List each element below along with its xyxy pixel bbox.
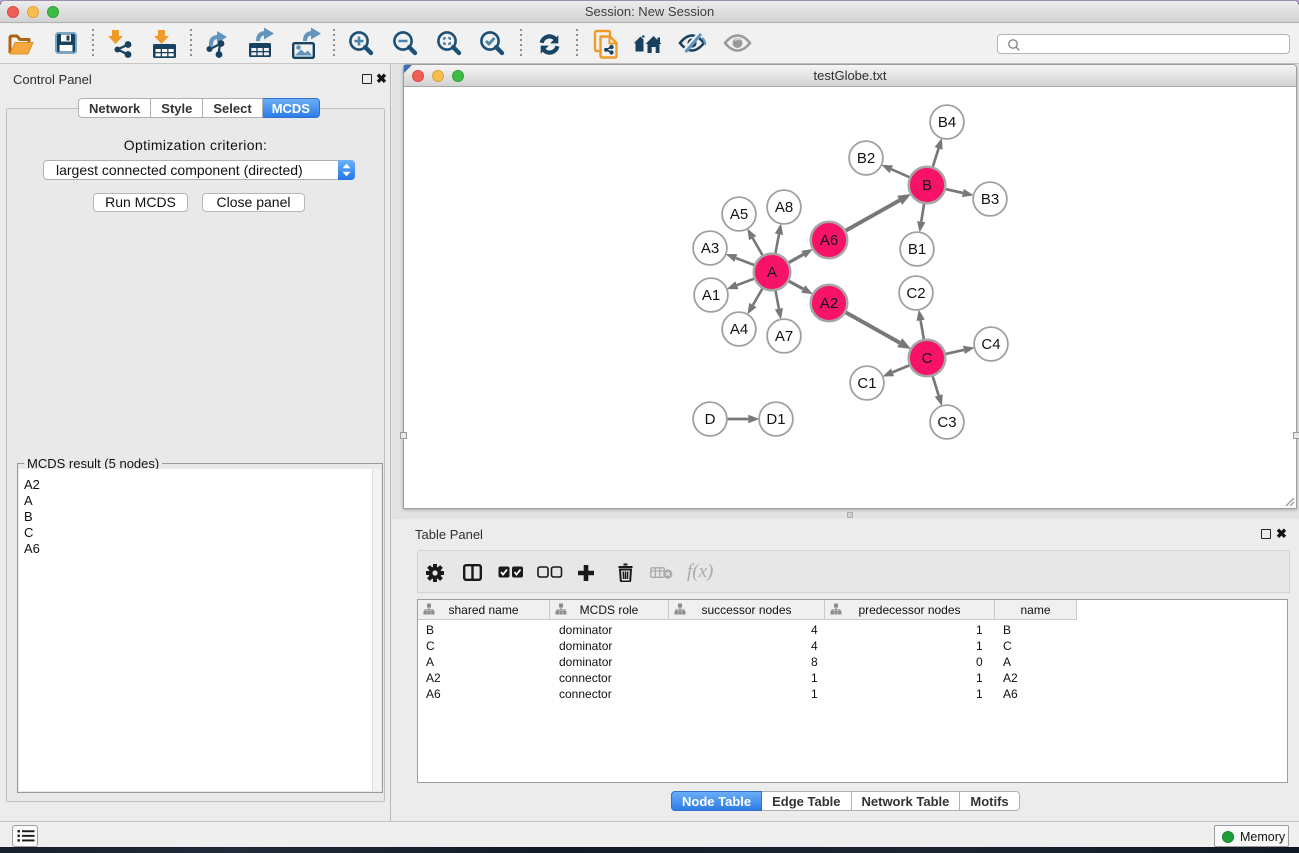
svg-text:A8: A8 [775,199,793,216]
svg-text:B2: B2 [857,150,875,167]
svg-text:A5: A5 [730,206,748,223]
svg-text:B3: B3 [981,191,999,208]
svg-text:A3: A3 [701,240,719,257]
svg-text:C1: C1 [857,375,876,392]
svg-text:C3: C3 [937,414,956,431]
svg-text:D1: D1 [766,411,785,428]
svg-text:C: C [922,350,933,367]
svg-text:A: A [767,264,777,281]
svg-text:D: D [705,411,716,428]
svg-text:A1: A1 [702,287,720,304]
svg-text:A2: A2 [820,295,838,312]
svg-text:A7: A7 [775,328,793,345]
svg-text:A4: A4 [730,321,748,338]
svg-text:B1: B1 [908,241,926,258]
svg-text:A6: A6 [820,232,838,249]
svg-text:C4: C4 [981,336,1000,353]
svg-text:C2: C2 [906,285,925,302]
svg-text:B4: B4 [938,114,956,131]
svg-text:B: B [922,177,932,194]
